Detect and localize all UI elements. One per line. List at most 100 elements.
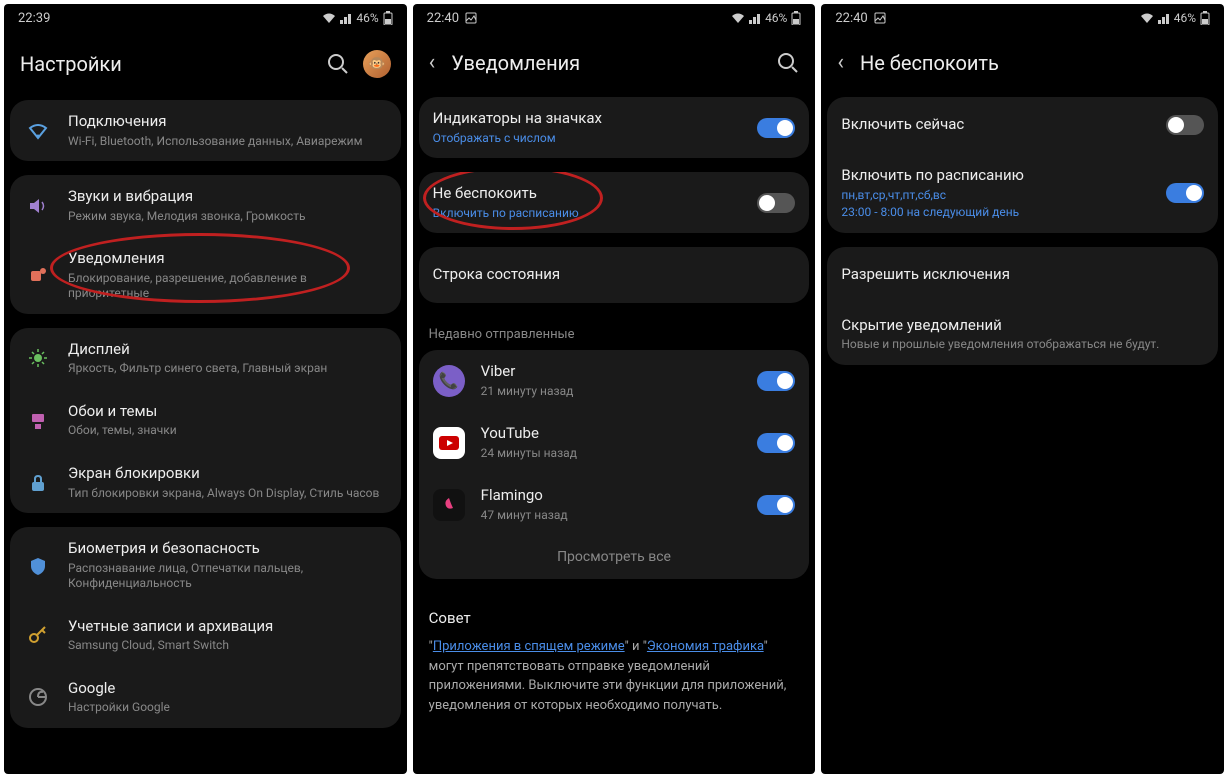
wifi-icon	[322, 12, 336, 24]
toggle-dnd[interactable]	[757, 193, 795, 213]
toggle-app[interactable]	[757, 433, 795, 453]
row-title: Разрешить исключения	[841, 265, 1204, 285]
row-title: Биометрия и безопасность	[68, 539, 387, 559]
status-icons: 46%	[1140, 11, 1210, 25]
group-statusbar: Строка состояния	[419, 247, 810, 303]
battery-icon	[383, 11, 393, 25]
row-app-youtube[interactable]: YouTube24 минуты назад	[419, 412, 810, 473]
group-recent-apps: 📞 Viber21 минуту назад YouTube24 минуты …	[419, 350, 810, 579]
row-sub-days: пн,вт,ср,чт,пт,сб,вс	[841, 188, 1150, 204]
row-badges[interactable]: Индикаторы на значках Отображать с числом	[419, 97, 810, 158]
flamingo-icon	[433, 489, 465, 521]
row-title: Экран блокировки	[68, 464, 387, 484]
row-sub: Распознавание лица, Отпечатки пальцев, К…	[68, 561, 387, 592]
status-bar: 22:40 46%	[413, 4, 816, 32]
battery-icon	[791, 11, 801, 25]
app-time: 21 минуту назад	[481, 384, 742, 400]
group-options: Разрешить исключения Скрытие уведомлений…	[827, 247, 1218, 365]
signal-icon	[749, 12, 761, 24]
row-sub: Samsung Cloud, Smart Switch	[68, 638, 387, 654]
image-icon	[874, 12, 886, 24]
row-title: Строка состояния	[433, 265, 796, 285]
toggle-app[interactable]	[757, 371, 795, 391]
back-button[interactable]: ‹	[837, 50, 844, 75]
row-title: Учетные записи и архивация	[68, 617, 387, 637]
row-connections[interactable]: Подключения Wi-Fi, Bluetooth, Использован…	[10, 100, 401, 161]
tip-body: "Приложения в спящем режиме" и "Экономия…	[429, 637, 800, 715]
row-dnd[interactable]: Не беспокоитьВключить по расписанию	[419, 172, 810, 233]
lock-icon	[27, 472, 49, 494]
row-statusbar[interactable]: Строка состояния	[419, 247, 810, 303]
row-sub: Настройки Google	[68, 700, 387, 716]
search-icon[interactable]	[327, 53, 349, 75]
row-sub: Тип блокировки экрана, Always On Display…	[68, 486, 387, 502]
row-google[interactable]: GoogleНастройки Google	[10, 667, 401, 728]
tip-link-sleeping[interactable]: Приложения в спящем режиме	[433, 639, 625, 654]
row-notifications[interactable]: УведомленияБлокирование, разрешение, доб…	[10, 237, 401, 314]
toggle-schedule[interactable]	[1166, 183, 1204, 203]
row-enable-schedule[interactable]: Включить по расписанию пн,вт,ср,чт,пт,сб…	[827, 154, 1218, 233]
google-icon	[27, 686, 49, 708]
row-biometric[interactable]: Биометрия и безопасностьРаспознавание ли…	[10, 527, 401, 604]
status-icons: 46%	[322, 11, 392, 25]
status-bar: 22:40 46%	[821, 4, 1224, 32]
toggle-app[interactable]	[757, 495, 795, 515]
toggle-badges[interactable]	[757, 118, 795, 138]
toggle-now[interactable]	[1166, 115, 1204, 135]
battery-icon	[1200, 11, 1210, 25]
row-hide[interactable]: Скрытие уведомленийНовые и прошлые уведо…	[827, 304, 1218, 365]
clock: 22:40	[427, 11, 459, 26]
row-sub: Обои, темы, значки	[68, 423, 387, 439]
row-app-viber[interactable]: 📞 Viber21 минуту назад	[419, 350, 810, 411]
group-security: Биометрия и безопасностьРаспознавание ли…	[10, 527, 401, 728]
clock: 22:40	[835, 11, 867, 26]
row-sub: Включить по расписанию	[433, 206, 742, 222]
row-app-flamingo[interactable]: Flamingo47 минут назад	[419, 474, 810, 535]
row-title: Google	[68, 679, 387, 699]
wifi-icon	[27, 120, 49, 142]
status-icons: 46%	[731, 11, 801, 25]
tip-section: Совет "Приложения в спящем режиме" и "Эк…	[413, 593, 816, 731]
view-all-button[interactable]: Просмотреть все	[419, 535, 810, 579]
row-title: Включить по расписанию	[841, 166, 1150, 186]
group-badges: Индикаторы на значках Отображать с числом	[419, 97, 810, 158]
row-lockscreen[interactable]: Экран блокировки Тип блокировки экрана, A…	[10, 452, 401, 513]
wifi-icon	[1140, 12, 1154, 24]
row-title: Скрытие уведомлений	[841, 316, 1204, 336]
header: ‹ Не беспокоить	[821, 32, 1224, 97]
search-icon[interactable]	[777, 52, 799, 74]
screen-notifications: 22:40 46% ‹ Уведомления Индикаторы на зн…	[413, 4, 816, 774]
row-sub: Режим звука, Мелодия звонка, Громкость	[68, 209, 387, 225]
app-name: Flamingo	[481, 486, 742, 506]
page-title: Уведомления	[451, 51, 580, 75]
avatar[interactable]: 🐵	[363, 50, 391, 78]
row-accounts[interactable]: Учетные записи и архивацияSamsung Cloud,…	[10, 605, 401, 666]
row-title: Обои и темы	[68, 402, 387, 422]
row-title: Звуки и вибрация	[68, 187, 387, 207]
group-sound-notif: Звуки и вибрация Режим звука, Мелодия зво…	[10, 175, 401, 314]
row-sound[interactable]: Звуки и вибрация Режим звука, Мелодия зво…	[10, 175, 401, 236]
recent-label: Недавно отправленные	[413, 317, 816, 350]
row-display[interactable]: ДисплейЯркость, Фильтр синего света, Гла…	[10, 328, 401, 389]
key-icon	[27, 624, 49, 646]
row-title: Индикаторы на значках	[433, 109, 742, 129]
app-name: Viber	[481, 362, 742, 382]
back-button[interactable]: ‹	[429, 50, 436, 75]
row-sub: Wi-Fi, Bluetooth, Использование данных, …	[68, 134, 387, 150]
row-exceptions[interactable]: Разрешить исключения	[827, 247, 1218, 303]
header: Настройки 🐵	[4, 32, 407, 100]
battery-text: 46%	[1174, 11, 1196, 25]
row-title: Подключения	[68, 112, 387, 132]
app-name: YouTube	[481, 424, 742, 444]
wifi-icon	[731, 12, 745, 24]
row-title: Дисплей	[68, 340, 387, 360]
page-title: Настройки	[20, 52, 122, 76]
screen-settings: 22:39 46% Настройки 🐵 Подключения Wi-Fi, …	[4, 4, 407, 774]
group-display: ДисплейЯркость, Фильтр синего света, Гла…	[10, 328, 401, 513]
row-wallpaper[interactable]: Обои и темыОбои, темы, значки	[10, 390, 401, 451]
tip-link-datasaver[interactable]: Экономия трафика	[647, 639, 764, 654]
row-title: Уведомления	[68, 249, 387, 269]
row-sub: Отображать с числом	[433, 131, 742, 147]
status-bar: 22:39 46%	[4, 4, 407, 32]
row-enable-now[interactable]: Включить сейчас	[827, 97, 1218, 153]
